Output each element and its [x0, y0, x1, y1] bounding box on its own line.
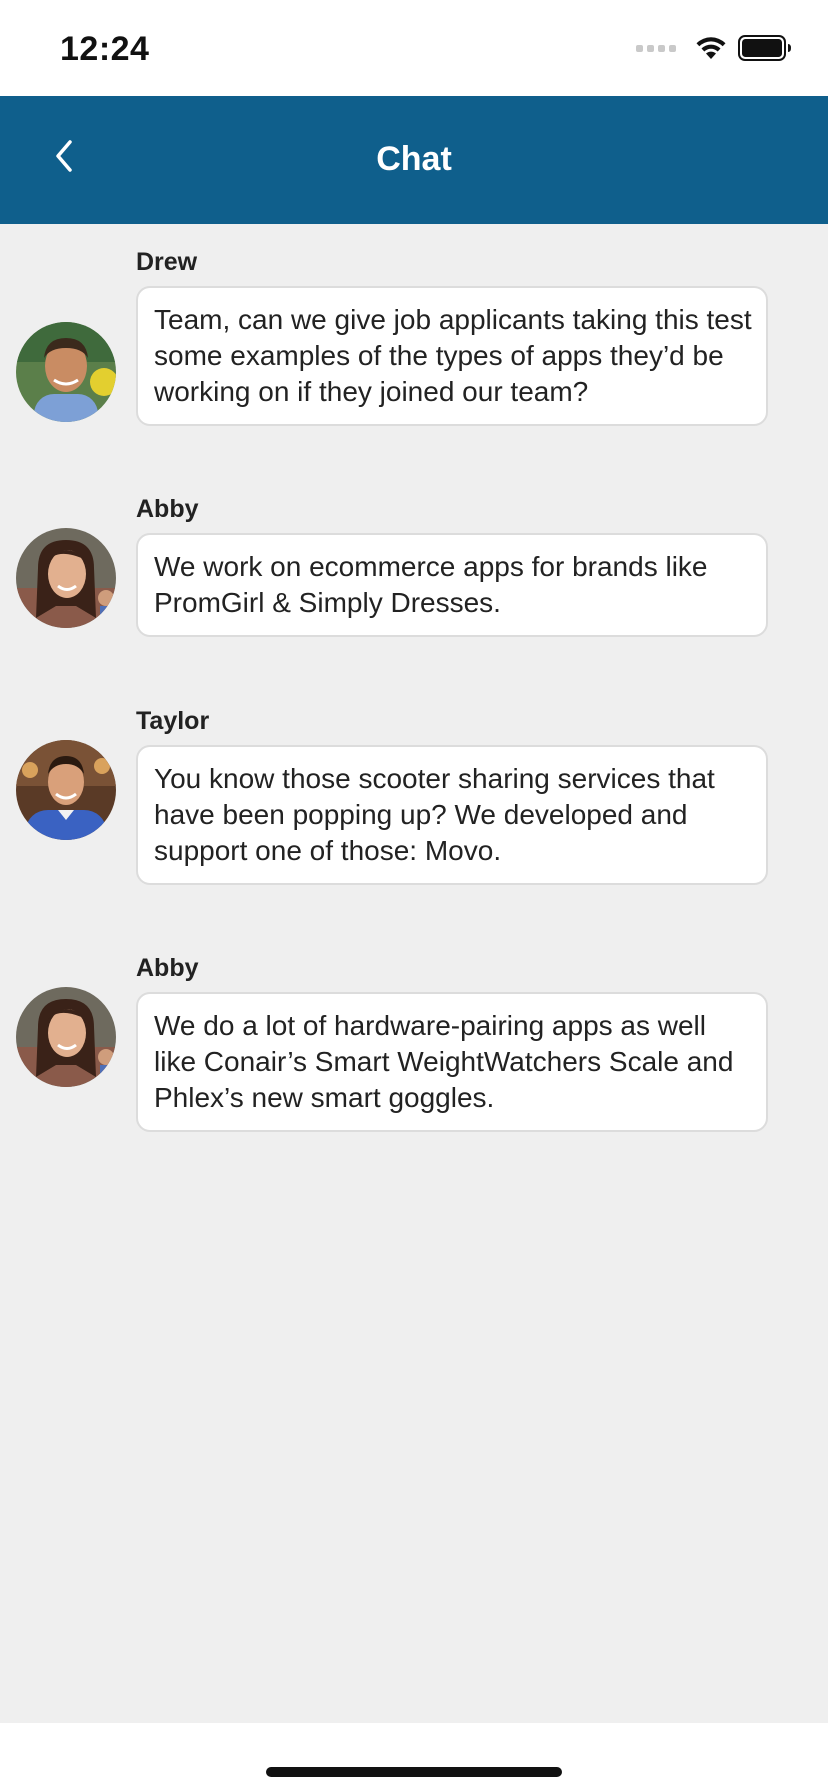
message-bubble[interactable]: You know those scooter sharing services …	[136, 745, 768, 885]
sender-name: Abby	[136, 495, 199, 523]
message-bubble[interactable]: Team, can we give job applicants taking …	[136, 286, 768, 426]
status-bar: 12:24	[0, 0, 828, 96]
avatar-abby[interactable]	[16, 528, 116, 628]
avatar-taylor[interactable]	[16, 740, 116, 840]
home-indicator-area	[0, 1723, 828, 1792]
avatar-drew[interactable]	[16, 322, 116, 422]
message-bubble[interactable]: We do a lot of hardware-pairing apps as …	[136, 992, 768, 1132]
sender-name: Taylor	[136, 707, 210, 735]
page-title: Chat	[376, 140, 452, 178]
navigation-bar: Chat	[0, 96, 828, 224]
status-time: 12:24	[60, 30, 150, 68]
status-icons	[636, 34, 792, 62]
sender-name: Abby	[136, 954, 199, 982]
avatar-abby[interactable]	[16, 987, 116, 1087]
sender-name: Drew	[136, 248, 198, 276]
wifi-icon	[694, 35, 728, 61]
home-indicator[interactable]	[266, 1767, 562, 1777]
cellular-signal-icon	[636, 44, 676, 52]
chat-message-list[interactable]: Drew Team, can we give job applicants ta…	[0, 224, 828, 1723]
message-bubble[interactable]: We work on ecommerce apps for brands lik…	[136, 533, 768, 637]
battery-icon	[738, 35, 792, 61]
